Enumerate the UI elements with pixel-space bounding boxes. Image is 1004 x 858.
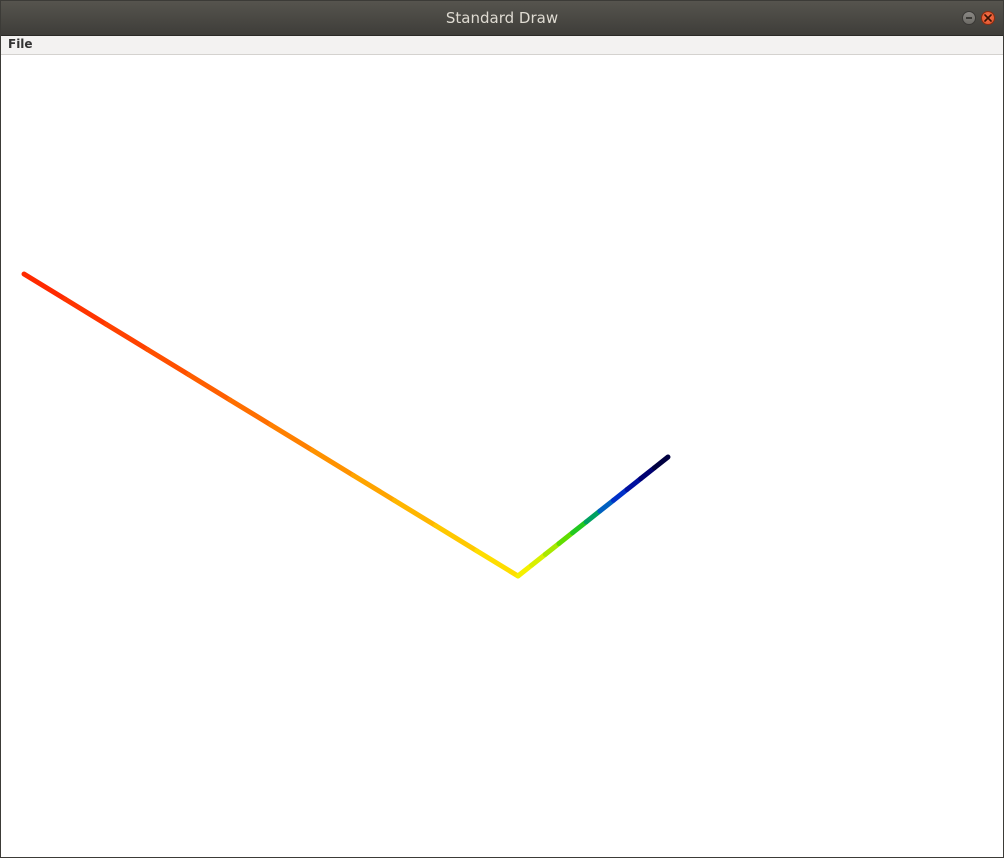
line-segment [610,486,630,503]
minimize-button[interactable] [962,11,976,25]
standard-draw-window: Standard Draw File [0,0,1004,858]
line-segment [186,372,233,403]
line-segment [624,476,644,492]
line-segment [570,519,589,536]
line-segment [583,508,603,525]
line-segment [227,397,274,428]
close-button[interactable] [981,11,995,25]
line-segment [638,465,657,482]
line-segment [309,447,356,478]
line-segment [515,562,535,579]
line-segment [62,296,109,327]
line-segment [556,530,576,547]
title-bar[interactable]: Standard Draw [1,1,1003,36]
window-title: Standard Draw [445,9,559,27]
line-segment [145,347,192,378]
menu-file[interactable]: File [8,37,33,51]
line-segment [529,551,548,568]
line-segment [597,497,616,514]
line-segment [103,321,150,352]
line-segment [268,422,315,453]
line-segment [474,548,521,579]
line-segment [651,454,671,471]
line-segment [392,498,439,529]
drawing-canvas[interactable] [1,55,1003,857]
close-icon [984,14,992,22]
drawing-svg [21,271,671,579]
menu-bar: File [1,36,1003,55]
line-segment [433,523,480,554]
line-segment [350,472,397,503]
line-segment [21,271,68,302]
line-segment [542,541,562,557]
